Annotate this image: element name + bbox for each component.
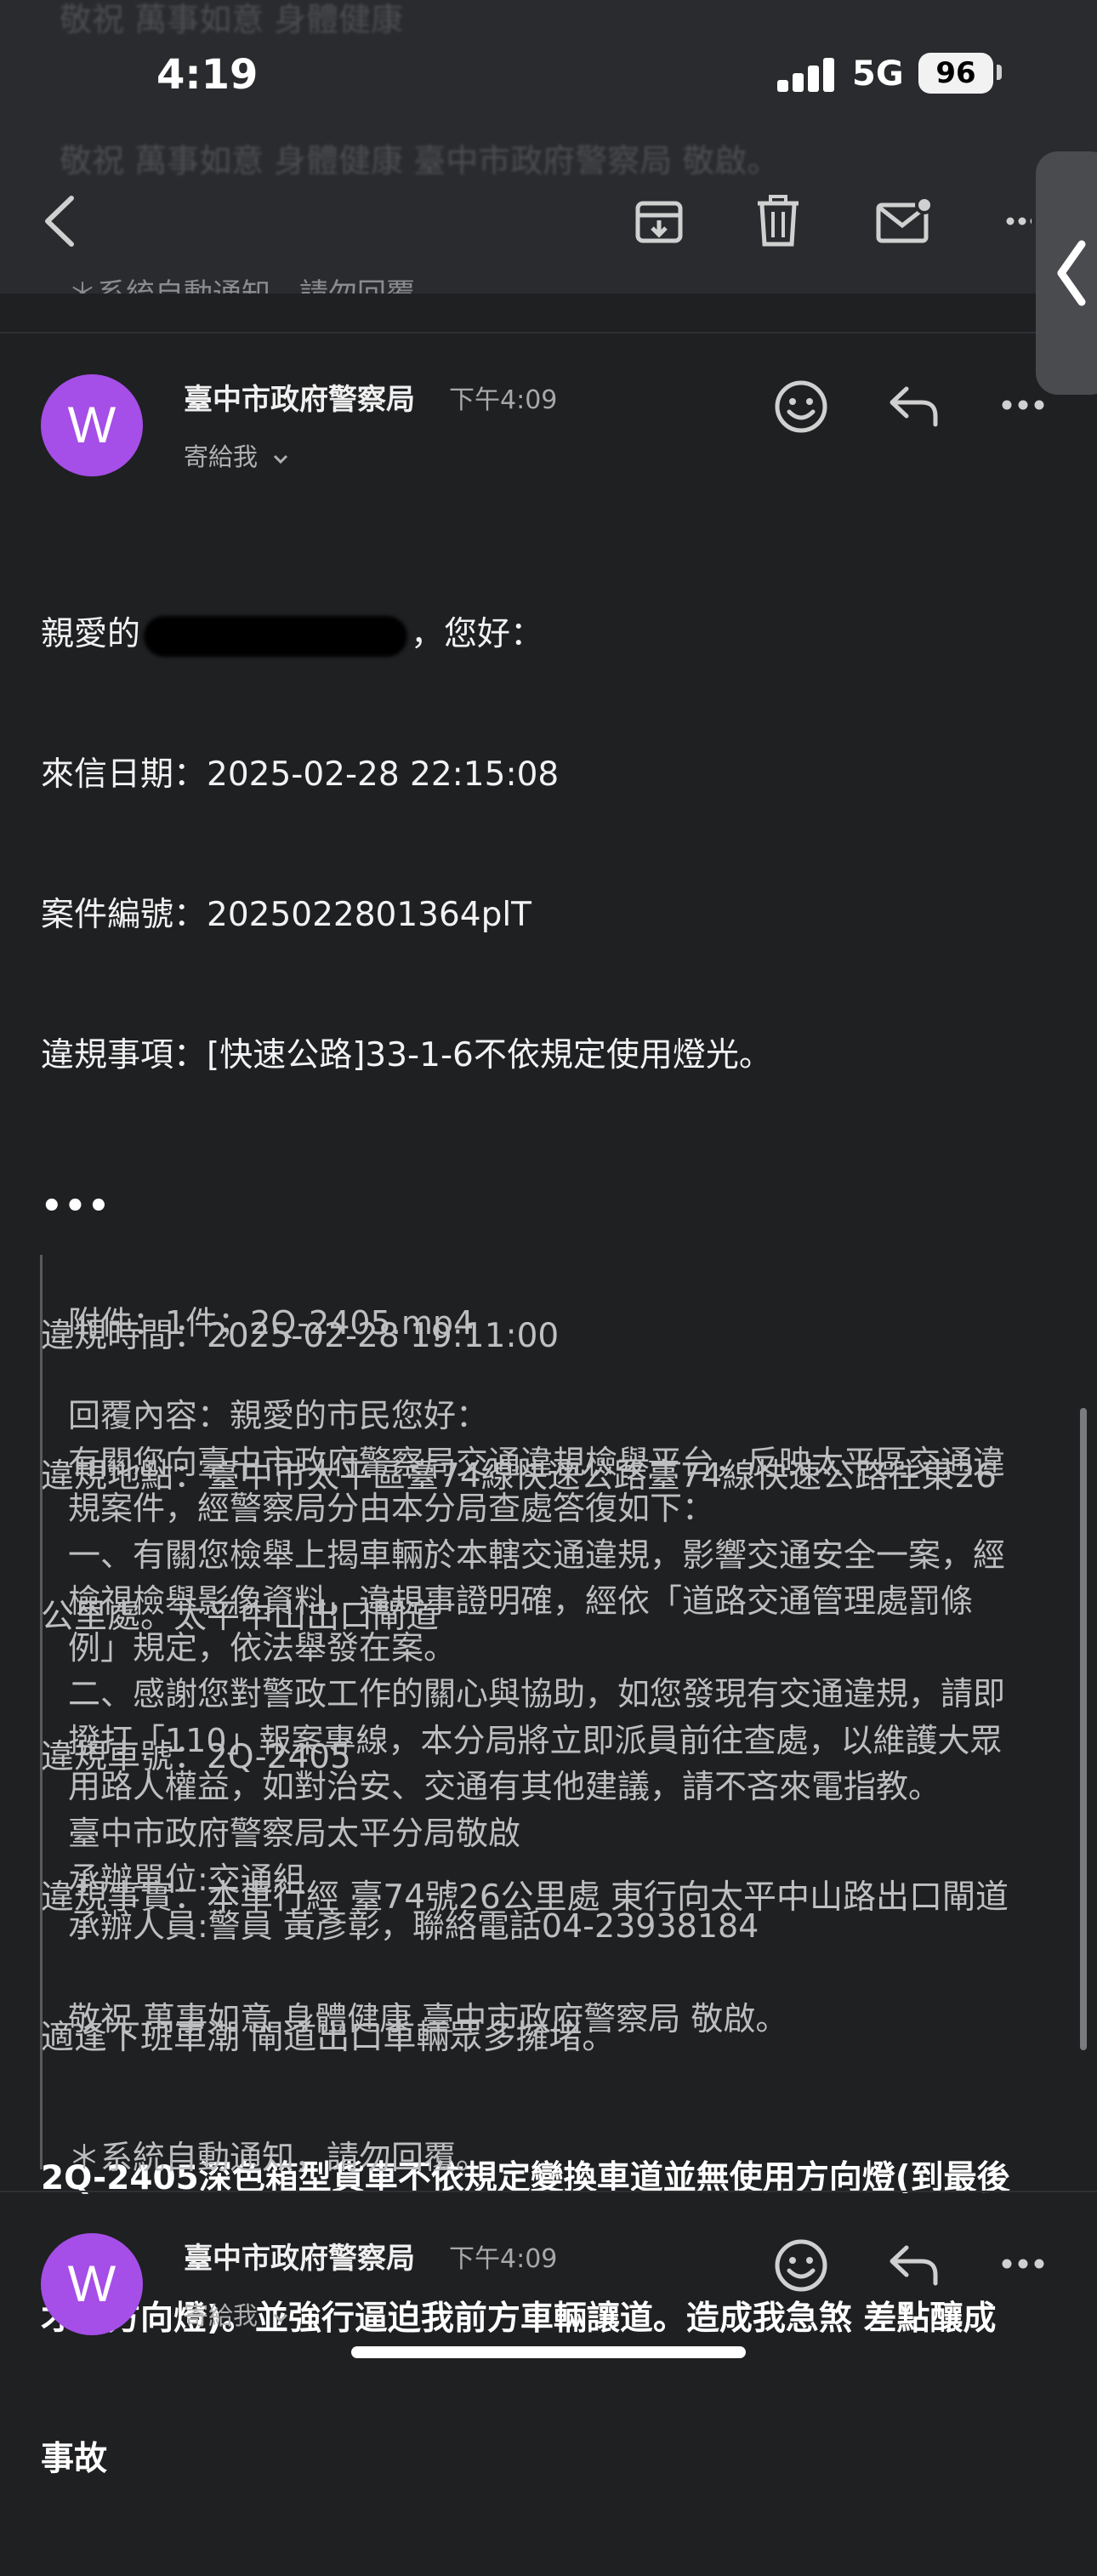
emoji-react-button[interactable]	[770, 376, 832, 437]
scrollbar[interactable]	[1080, 1408, 1087, 2050]
redacted-name	[144, 615, 408, 657]
message-more-button[interactable]	[1002, 396, 1044, 413]
show-trimmed-content-button[interactable]: •••	[41, 1187, 111, 1226]
archive-icon	[635, 201, 683, 243]
avatar[interactable]: W	[41, 2233, 143, 2335]
body-line: 違規事項：[快速公路]33-1-6不依規定使用燈光。	[41, 1036, 772, 1074]
avatar[interactable]: W	[41, 374, 143, 476]
more-icon	[1002, 2259, 1044, 2269]
quoted-line: 例」規定，依法舉發在案。	[68, 1628, 457, 1667]
greeting-suffix: ，您好：	[411, 615, 544, 653]
quoted-line	[68, 1949, 1063, 1996]
reply-icon	[890, 2245, 938, 2286]
recipient-label: 寄給我	[184, 2301, 259, 2330]
quoted-line	[68, 2042, 1063, 2089]
network-type: 5G	[852, 54, 904, 94]
back-button[interactable]	[34, 187, 85, 255]
mail-unread-icon	[876, 197, 932, 243]
chevron-down-icon	[274, 454, 288, 464]
quoted-line: 敬祝 萬事如意 身體健康 臺中市政府警察局 敬啟。	[68, 1999, 788, 2037]
smiley-icon	[775, 380, 827, 433]
quoted-line: 承辦單位:交通組	[68, 1861, 305, 1898]
recipient-toggle[interactable]: 寄給我	[184, 437, 289, 473]
reply-button[interactable]	[884, 2240, 944, 2291]
mark-unread-button[interactable]	[872, 189, 936, 254]
quoted-line: 一、有關您檢舉上揭車輛於本轄交通違規，影響交通安全一案，經	[68, 1536, 1006, 1574]
quoted-line: 檢視檢舉影像資料，違規事證明確，經依「道路交通管理處罰條	[68, 1582, 974, 1620]
auto-notice: ＊系統自動通知，請勿回覆。	[68, 2139, 489, 2176]
battery-icon: 96	[918, 53, 993, 94]
quoted-line: 承辦人員:警員 黃彥彰，聯絡電話04-23938184	[68, 1906, 759, 1945]
greeting-prefix: 親愛的	[41, 615, 141, 653]
quoted-line	[68, 2089, 1063, 2135]
battery-tip	[997, 65, 1002, 80]
quoted-line: 規案件，經警察局分由本分局查處答復如下：	[68, 1490, 715, 1527]
signal-icon	[777, 56, 837, 92]
quote-bar	[40, 1255, 43, 2169]
top-toolbar: 敬祝 萬事如意 身體健康 敬祝 萬事如意 身體健康 臺中市政府警察局 敬啟。 4…	[0, 0, 1097, 294]
more-icon	[1002, 400, 1044, 410]
quoted-content: 附件：1件；2Q-2405.mp4 回覆內容：親愛的市民您好： 有關您向臺中市政…	[68, 1300, 1063, 2181]
trash-icon	[758, 195, 799, 247]
chevron-left-icon	[1057, 240, 1086, 306]
recipient-toggle[interactable]: 寄給我	[184, 2296, 289, 2332]
body-line-blank	[41, 1172, 1061, 1219]
body-line: 案件編號：2025022801364plT	[41, 896, 531, 934]
side-panel-handle[interactable]	[1036, 151, 1097, 395]
more-button[interactable]	[1002, 204, 1036, 238]
quoted-line	[68, 1347, 1063, 1393]
sender-name: 臺中市政府警察局	[184, 2242, 415, 2276]
quoted-line: 附件：1件；2Q-2405.mp4	[68, 1304, 475, 1342]
sender-name: 臺中市政府警察局	[184, 383, 415, 417]
chevron-down-icon	[274, 2313, 288, 2323]
quoted-line: 臺中市政府警察局太平分局敬啟	[68, 1814, 521, 1852]
background-text-ghost: 敬祝 萬事如意 身體健康	[60, 1, 404, 38]
body-line: 來信日期：2025-02-28 22:15:08	[41, 755, 560, 794]
quoted-line: 二、感謝您對警政工作的關心與協助，如您發現有交通違規，請即	[68, 1675, 1006, 1713]
status-time: 4:19	[156, 51, 259, 99]
quoted-line: 有關您向臺中市政府警察局交通違規檢舉平台，反映太平區交通違	[68, 1443, 1006, 1481]
highlight-line: 事故	[41, 2440, 108, 2478]
quoted-line: 撥打「110」報案專線，本分局將立即派員前往查處，以維護大眾	[68, 1721, 1003, 1759]
message-more-button[interactable]	[1002, 2255, 1044, 2272]
reply-button[interactable]	[884, 381, 944, 432]
greeting-line: 親愛的 ，您好：	[41, 611, 1061, 658]
emoji-react-button[interactable]	[770, 2235, 832, 2296]
background-text-ghost: 敬祝 萬事如意 身體健康 臺中市政府警察局 敬啟。	[60, 142, 780, 180]
quoted-line: 回覆內容：親愛的市民您好：	[68, 1397, 489, 1434]
message-divider	[0, 332, 1097, 333]
message-time: 下午4:09	[449, 2244, 558, 2274]
message-time: 下午4:09	[449, 385, 558, 415]
home-indicator[interactable]	[351, 2346, 746, 2358]
more-icon	[1006, 217, 1032, 225]
archive-button[interactable]	[629, 189, 689, 254]
smiley-icon	[775, 2239, 827, 2292]
recipient-label: 寄給我	[184, 442, 259, 471]
chevron-left-icon	[45, 196, 74, 247]
quoted-line: 用路人權益，如對治安、交通有其他建議，請不吝來電指教。	[68, 1768, 941, 1805]
previous-message-auto-notice: ＊系統自動通知，請勿回覆。	[68, 271, 444, 294]
delete-button[interactable]	[748, 189, 808, 254]
reply-icon	[890, 386, 938, 427]
message-divider	[0, 2191, 1097, 2192]
